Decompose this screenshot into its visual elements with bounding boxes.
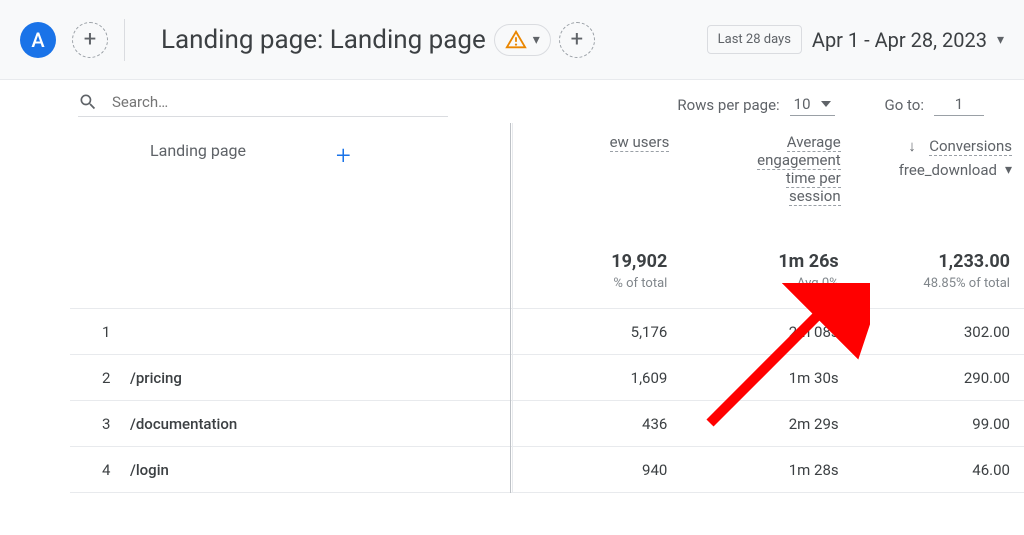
row-users: 940 <box>510 461 681 479</box>
search-input[interactable] <box>112 93 448 111</box>
search-area <box>78 92 448 117</box>
report-content: Rows per page: 10 Go to: 1 Landing page … <box>0 80 1024 493</box>
divider <box>124 19 125 61</box>
chevron-down-icon: ▾ <box>533 32 540 48</box>
row-users: 436 <box>510 415 681 433</box>
column-header-conversions[interactable]: ↓ Conversions free_download▾ <box>853 123 1024 243</box>
goto-input[interactable]: 1 <box>934 93 984 116</box>
date-range-picker[interactable]: Apr 1 - Apr 28, 2023 <box>812 28 987 52</box>
summary-users: 19,902% of total <box>510 251 681 291</box>
row-engagement: 2m 08s <box>681 323 852 341</box>
column-header-engagement[interactable]: Average engagement time per session <box>681 123 852 243</box>
row-landing-page: /pricing <box>130 369 440 387</box>
dimension-label: Landing page <box>150 141 246 160</box>
page-title: Landing page: Landing page <box>161 25 486 55</box>
table: Landing page + ew users Average engageme… <box>70 123 1024 493</box>
add-comparison-button[interactable]: + <box>559 22 595 58</box>
table-header-row: Landing page + ew users Average engageme… <box>70 123 1024 243</box>
summary-engagement: 1m 26sAvg 0% <box>681 251 852 291</box>
summary-row: 19,902% of total 1m 26sAvg 0% 1,233.0048… <box>70 243 1024 309</box>
row-index: 2 <box>70 369 130 387</box>
row-conversions: 99.00 <box>853 415 1024 433</box>
rows-per-page-label: Rows per page: <box>677 96 779 114</box>
rows-per-page-select[interactable]: 10 <box>790 93 835 116</box>
date-controls: Last 28 days Apr 1 - Apr 28, 2023 ▾ <box>707 25 1004 54</box>
warning-pill[interactable]: ▾ <box>494 24 551 56</box>
table-controls: Rows per page: 10 Go to: 1 <box>70 80 1024 123</box>
table-row[interactable]: 1 5,176 2m 08s 302.00 <box>70 309 1024 355</box>
row-engagement: 1m 30s <box>681 369 852 387</box>
chevron-down-icon: ▾ <box>1005 162 1012 178</box>
pager: Rows per page: 10 Go to: 1 <box>677 93 984 116</box>
row-landing-page: /login <box>130 461 440 479</box>
row-landing-page: /documentation <box>130 415 440 433</box>
row-index: 1 <box>70 323 130 341</box>
row-engagement: 2m 29s <box>681 415 852 433</box>
row-users: 5,176 <box>510 323 681 341</box>
add-dimension-button[interactable]: + <box>336 141 351 171</box>
row-engagement: 1m 28s <box>681 461 852 479</box>
top-bar: A + Landing page: Landing page ▾ + Last … <box>0 0 1024 80</box>
chevron-down-icon[interactable]: ▾ <box>997 32 1004 48</box>
column-header-users[interactable]: ew users <box>510 123 681 243</box>
row-index: 4 <box>70 461 130 479</box>
conversion-event-select[interactable]: free_download▾ <box>899 161 1012 179</box>
add-segment-button[interactable]: + <box>72 22 108 58</box>
table-row[interactable]: 2 /pricing 1,609 1m 30s 290.00 <box>70 355 1024 401</box>
frozen-column-divider <box>510 123 511 493</box>
goto-label: Go to: <box>885 96 924 114</box>
date-preset-pill[interactable]: Last 28 days <box>707 25 802 54</box>
row-conversions: 46.00 <box>853 461 1024 479</box>
warning-icon <box>505 29 527 51</box>
table-row[interactable]: 4 /login 940 1m 28s 46.00 <box>70 447 1024 493</box>
row-conversions: 302.00 <box>853 323 1024 341</box>
row-index: 3 <box>70 415 130 433</box>
sort-down-icon: ↓ <box>908 137 916 155</box>
title-wrap: Landing page: Landing page ▾ + <box>161 22 595 58</box>
table-row[interactable]: 3 /documentation 436 2m 29s 99.00 <box>70 401 1024 447</box>
search-icon <box>78 92 98 112</box>
avatar[interactable]: A <box>20 22 56 58</box>
row-users: 1,609 <box>510 369 681 387</box>
dimension-header: Landing page + <box>70 123 440 243</box>
summary-conversions: 1,233.0048.85% of total <box>853 251 1024 291</box>
row-conversions: 290.00 <box>853 369 1024 387</box>
